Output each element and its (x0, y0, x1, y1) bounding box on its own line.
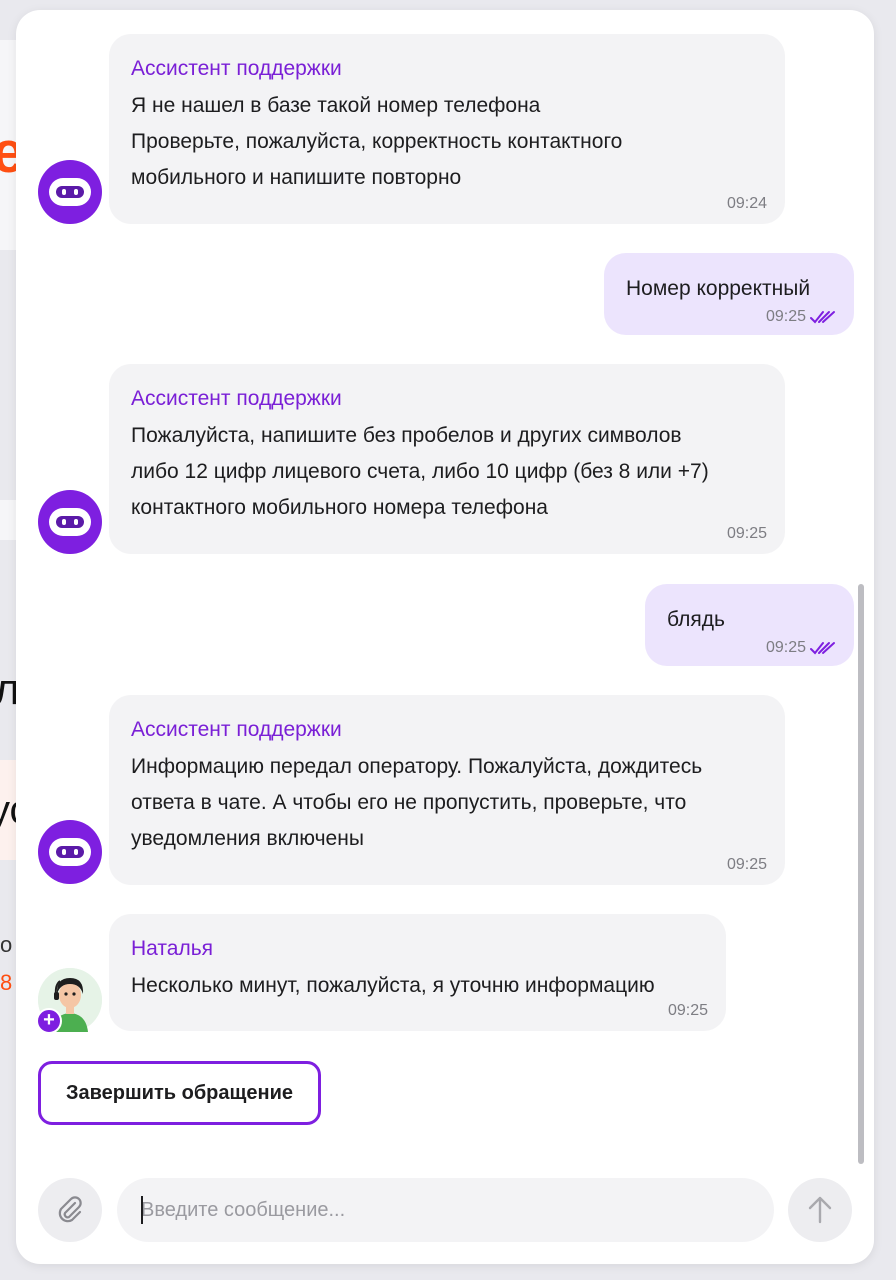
time-text: 09:25 (726, 856, 767, 873)
time-text: 09:25 (726, 525, 767, 542)
send-button[interactable] (788, 1178, 852, 1242)
message-line: либо 12 цифр лицевого счета, либо 10 циф… (131, 460, 709, 483)
robot-avatar-icon (38, 490, 102, 554)
message-sender: Ассистент поддержки (131, 387, 342, 410)
message-time: 09:25 (727, 524, 767, 544)
message-line: Пожалуйста, напишите без пробелов и друг… (131, 424, 682, 447)
message-time: 09:25 (668, 1001, 708, 1021)
message-line: ответа в чате. А чтобы его не пропустить… (131, 791, 687, 814)
time-text: 09:25 (765, 639, 806, 656)
incoming-message: Ассистент поддержки Я не нашел в базе та… (109, 34, 785, 224)
operator-avatar: + (36, 968, 102, 1034)
paperclip-icon (58, 1196, 82, 1223)
message-line: мобильного и напишите повторно (131, 166, 462, 189)
message-sender: Наталья (131, 937, 214, 960)
message-line: Я не нашел в базе такой номер телефона (131, 94, 541, 117)
double-check-icon (810, 642, 835, 655)
background-panel (0, 500, 16, 540)
time-text: 09:25 (667, 1002, 708, 1019)
attach-button[interactable] (38, 1178, 102, 1242)
message-sender: Ассистент поддержки (131, 718, 342, 741)
arrow-up-icon (808, 1196, 832, 1224)
robot-avatar-icon (38, 160, 102, 224)
double-check-icon (810, 311, 835, 324)
message-time: 09:25 (766, 307, 836, 327)
time-text: 09:24 (726, 195, 767, 212)
incoming-message: Ассистент поддержки Информацию передал о… (109, 695, 785, 885)
message-line: уведомления включены (131, 827, 364, 850)
message-text: блядь (667, 608, 725, 631)
incoming-message: Наталья Несколько минут, пожалуйста, я у… (109, 914, 726, 1031)
outgoing-message: Номер корректный 09:25 (604, 253, 854, 335)
incoming-message: Ассистент поддержки Пожалуйста, напишите… (109, 364, 785, 554)
chat-scrollbar[interactable] (858, 584, 864, 1164)
message-input[interactable] (117, 1178, 774, 1242)
message-text: Номер корректный (626, 277, 811, 300)
message-time: 09:25 (766, 638, 836, 658)
end-conversation-button[interactable]: Завершить обращение (38, 1061, 321, 1125)
message-line: контактного мобильного номера телефона (131, 496, 548, 519)
message-line: Несколько минут, пожалуйста, я уточню ин… (131, 974, 655, 997)
message-line: Информацию передал оператору. Пожалуйста… (131, 755, 703, 778)
message-time: 09:25 (727, 855, 767, 875)
message-time: 09:24 (727, 194, 767, 214)
text-caret (141, 1196, 143, 1224)
plus-badge-icon: + (36, 1008, 62, 1034)
support-chat-window: Ассистент поддержки Я не нашел в базе та… (16, 10, 874, 1264)
message-line: Проверьте, пожалуйста, корректность конт… (131, 130, 623, 153)
robot-avatar-icon (38, 820, 102, 884)
message-sender: Ассистент поддержки (131, 57, 342, 80)
outgoing-message: блядь 09:25 (645, 584, 854, 666)
time-text: 09:25 (765, 308, 806, 325)
